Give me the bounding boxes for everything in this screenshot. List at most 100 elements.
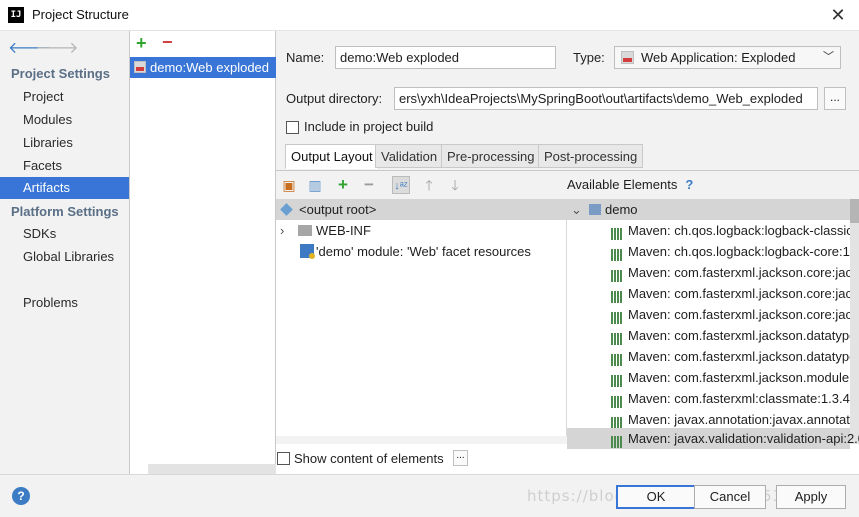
sidebar-item-sdks[interactable]: SDKs [0,223,129,245]
sidebar-item-libraries[interactable]: Libraries [0,132,129,154]
list-item[interactable]: Maven: com.fasterxml.jackson.datatype: [567,325,859,346]
list-item[interactable]: Maven: javax.validation:validation-api:2… [567,428,859,449]
move-up-icon[interactable]: 🡑 [420,176,438,194]
sidebar-item-problems[interactable]: Problems [0,292,129,314]
web-artifact-icon [134,61,146,73]
tab-pre-processing[interactable]: Pre-processing [441,144,541,168]
title-bar: IJ Project Structure ✕ [0,0,859,31]
web-artifact-icon [621,51,634,64]
library-icon [611,225,625,240]
list-item[interactable]: Maven: com.fasterxml.jackson.datatype: [567,346,859,367]
sidebar-item-project[interactable]: Project [0,86,129,108]
module-icon [300,244,315,259]
output-root-icon [280,203,293,216]
dialog-footer: ? https://blog.csdn.net/u012853754 OK Ca… [0,474,859,517]
list-item[interactable]: Maven: com.fasterxml.jackson.core:jacks [567,304,859,325]
list-item[interactable]: Maven: ch.qos.logback:logback-classic:1 [567,220,859,241]
sidebar-item-facets[interactable]: Facets [0,155,129,177]
nav-arrows: 🡐 🡒 [8,37,79,58]
back-arrow-icon[interactable]: 🡐 [8,37,51,58]
artifact-item-demo-web-exploded[interactable]: demo:Web exploded [130,57,276,78]
library-icon [611,351,625,366]
window-title: Project Structure [32,7,129,22]
artifact-settings-panel: Name: demo:Web exploded Type: Web Applic… [276,31,859,474]
output-directory-field[interactable]: ers\yxh\IdeaProjects\MySpringBoot\out\ar… [394,87,818,110]
folder-icon [298,225,312,236]
apply-button[interactable]: Apply [776,485,846,509]
move-down-icon[interactable]: 🡓 [446,176,464,194]
type-label: Type: [573,50,605,65]
output-tree-pane: ▣ ▥ + − ↓ᵃᶻ 🡑 🡓 <output root> › WEB-INF '… [276,171,567,436]
library-icon [611,309,625,324]
include-in-build-label: Include in project build [304,119,434,134]
output-directory-label: Output directory: [286,91,383,106]
library-icon [611,330,625,345]
show-content-checkbox[interactable] [277,452,290,465]
tab-post-processing[interactable]: Post-processing [538,144,644,168]
list-item[interactable]: Maven: com.fasterxml.jackson.core:jacks [567,283,859,304]
tab-validation[interactable]: Validation [375,144,444,168]
library-icon [611,246,625,261]
add-artifact-icon[interactable]: + [136,33,147,54]
cancel-button[interactable]: Cancel [694,485,766,509]
archive-icon[interactable]: ▥ [306,176,324,194]
web-inf-label: WEB-INF [316,223,371,238]
demo-label: demo [605,202,638,217]
output-tree-toolbar: ▣ ▥ + − ↓ᵃᶻ 🡑 🡓 [276,171,567,199]
type-select[interactable]: Web Application: Exploded ﹀ [614,46,841,69]
sort-elements-icon[interactable]: ↓ᵃᶻ [392,176,410,194]
sidebar-item-artifacts[interactable]: Artifacts [0,177,129,199]
library-icon [611,288,625,303]
create-directory-icon[interactable]: ▣ [280,176,298,194]
artifact-list: + − demo:Web exploded [130,31,276,474]
tree-row-demo[interactable]: ⌄ demo [567,199,858,220]
available-elements-scrollbar[interactable] [850,199,859,436]
output-layout-area: ▣ ▥ + − ↓ᵃᶻ 🡑 🡓 <output root> › WEB-INF '… [276,170,859,474]
remove-artifact-icon[interactable]: − [162,32,173,53]
remove-element-icon[interactable]: − [360,176,378,194]
add-element-icon[interactable]: + [334,176,352,194]
list-item[interactable]: Maven: com.fasterxml:classmate:1.3.4 (P [567,388,859,409]
tree-row-facet-resources[interactable]: 'demo' module: 'Web' facet resources [276,241,567,262]
intellij-logo-icon: IJ [8,7,24,23]
tree-row-output-root[interactable]: <output root> [276,199,567,220]
sidebar-item-global-libraries[interactable]: Global Libraries [0,246,129,268]
expand-arrow-icon[interactable]: › [280,220,298,241]
tab-output-layout[interactable]: Output Layout [285,144,379,169]
ok-button[interactable]: OK [616,485,696,509]
name-field[interactable]: demo:Web exploded [335,46,556,69]
artifact-list-scrollbar[interactable] [148,464,276,474]
output-root-label: <output root> [299,202,377,217]
close-button[interactable]: ✕ [825,4,851,26]
collapse-arrow-icon[interactable]: ⌄ [571,199,589,220]
available-elements-header: Available Elements? [567,171,859,199]
available-elements-hscroll[interactable]: Maven: javax.validation:validation-api:2… [567,428,859,449]
type-select-value: Web Application: Exploded [641,50,796,65]
output-tree-hscroll[interactable] [276,436,567,444]
list-item[interactable]: Maven: com.fasterxml.jackson.core:jacks [567,262,859,283]
show-content-options-button[interactable]: ... [453,450,468,466]
artifact-item-label: demo:Web exploded [150,60,270,75]
module-folder-icon [589,204,601,215]
help-icon[interactable]: ? [685,177,693,192]
list-item[interactable]: Maven: javax.annotation:javax.annotatio [567,409,859,430]
scrollbar-thumb[interactable] [850,199,859,223]
sidebar-item-modules[interactable]: Modules [0,109,129,131]
help-icon[interactable]: ? [12,487,30,505]
show-content-label: Show content of elements [294,451,444,466]
browse-button[interactable]: ... [824,87,846,110]
library-icon [611,414,625,429]
platform-settings-heading: Platform Settings [11,204,119,219]
chevron-down-icon: ﹀ [823,51,834,63]
list-item[interactable]: Maven: com.fasterxml.jackson.module:ja [567,367,859,388]
artifact-list-toolbar: + − [130,31,276,57]
tree-row-web-inf[interactable]: › WEB-INF [276,220,567,241]
library-icon [611,372,625,387]
library-icon [611,433,625,448]
settings-sidebar: 🡐 🡒 Project Settings Project Modules Lib… [0,31,130,474]
forward-arrow-icon[interactable]: 🡒 [36,37,79,58]
available-elements-pane: Available Elements? ⌄ demo Maven: ch.qos.… [567,171,859,436]
facet-resources-label: 'demo' module: 'Web' facet resources [316,244,531,259]
include-in-build-checkbox[interactable] [286,121,299,134]
list-item[interactable]: Maven: ch.qos.logback:logback-core:1.2 [567,241,859,262]
